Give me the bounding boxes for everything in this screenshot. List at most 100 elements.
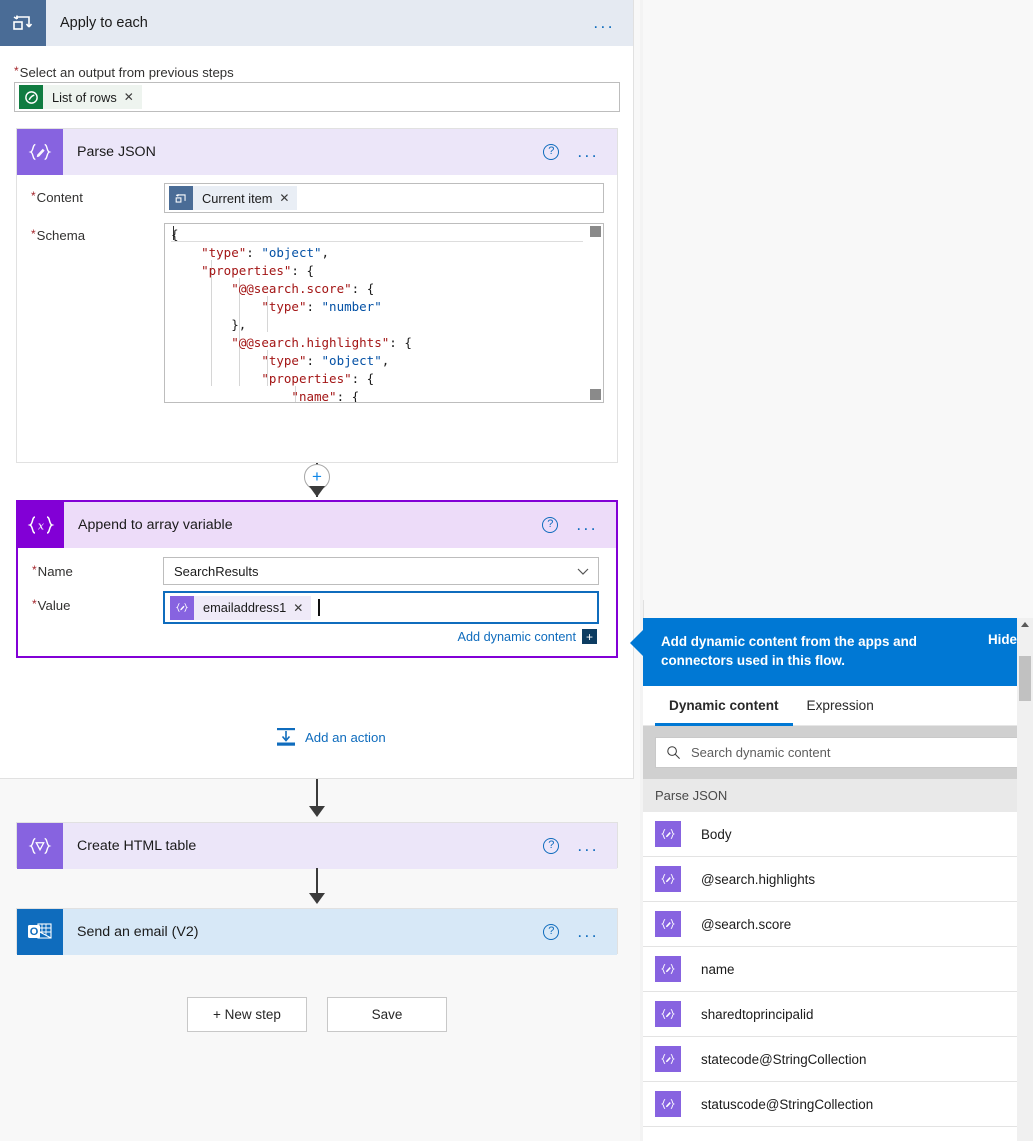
dynamic-content-list: Body @search.highlights @search.score name s… (643, 812, 1033, 1127)
value-label: Value (37, 598, 71, 613)
dynamic-content-item-label: Body (701, 826, 732, 842)
code-token: : { (351, 371, 375, 386)
help-icon[interactable]: ? (543, 838, 560, 854)
schema-label: Schema (36, 228, 86, 243)
apply-to-each-card: Apply to each ... *Select an output from… (0, 0, 634, 779)
append-to-array-variable-card: x Append to array variable ? ... *Name S… (16, 500, 618, 658)
help-icon[interactable]: ? (543, 924, 560, 940)
search-icon (666, 745, 681, 760)
code-line: "properties": { (171, 262, 603, 280)
panel-group-parse-json: Parse JSON (643, 779, 1033, 812)
code-scroll-down-button[interactable] (590, 389, 601, 400)
new-step-button[interactable]: + New step (187, 997, 307, 1032)
token-current-item[interactable]: Current item ✕ (169, 186, 298, 210)
code-token: : { (336, 389, 360, 403)
dynamic-content-item-label: sharedtoprincipalid (701, 1006, 814, 1022)
create-html-table-more-button[interactable]: ... (577, 836, 617, 856)
code-token: { (171, 227, 179, 242)
dynamic-content-item[interactable]: statecode@StringCollection (643, 1037, 1033, 1082)
flow-designer-canvas: Apply to each ... *Select an output from… (0, 0, 640, 1141)
panel-banner: Add dynamic content from the apps and co… (643, 618, 1033, 686)
dynamic-content-item[interactable]: @search.score (643, 902, 1033, 947)
search-dynamic-content-input[interactable]: Search dynamic content (655, 737, 1021, 768)
code-token: "properties" (201, 263, 292, 278)
dynamic-content-item[interactable]: sharedtoprincipalid (643, 992, 1033, 1037)
code-line: "type": "object", (171, 352, 603, 370)
dynamic-content-item[interactable]: name (643, 947, 1033, 992)
search-placeholder: Search dynamic content (691, 745, 831, 760)
code-token: "type" (261, 299, 307, 314)
expression-icon (655, 1001, 681, 1027)
append-title: Append to array variable (78, 517, 233, 533)
variable-name-select[interactable]: SearchResults (163, 557, 599, 585)
dynamic-content-item[interactable]: @search.highlights (643, 857, 1033, 902)
code-token: , (381, 353, 390, 368)
tab-expression[interactable]: Expression (793, 686, 888, 726)
panel-scroll-thumb[interactable] (1019, 656, 1031, 701)
expression-icon (655, 1046, 681, 1072)
parse-json-header[interactable]: Parse JSON ? ... (17, 129, 617, 175)
add-dynamic-content-link[interactable]: Add dynamic content (458, 630, 577, 644)
append-more-button[interactable]: ... (576, 515, 616, 535)
append-header[interactable]: x Append to array variable ? ... (18, 502, 616, 548)
name-label-wrap: *Name (32, 563, 73, 581)
save-button[interactable]: Save (327, 997, 447, 1032)
value-input[interactable]: emailaddress1 ✕ (163, 591, 599, 624)
dynamic-content-item[interactable]: Body (643, 812, 1033, 857)
code-token: "type" (261, 353, 307, 368)
parse-json-more-button[interactable]: ... (577, 142, 617, 162)
panel-hide-button[interactable]: Hide (988, 632, 1017, 670)
token-list-of-rows[interactable]: List of rows ✕ (19, 85, 142, 109)
token-remove-button[interactable]: ✕ (279, 191, 297, 205)
code-token: : (306, 353, 322, 368)
parse-json-card: Parse JSON ? ... *Content Current item ✕… (16, 128, 618, 573)
schema-label-wrap: *Schema (31, 227, 85, 245)
parse-json-title: Parse JSON (77, 144, 156, 160)
add-dynamic-content-badge[interactable]: + (582, 629, 597, 644)
loop-icon (169, 186, 193, 210)
code-token: "name" (291, 389, 337, 403)
expression-icon (170, 595, 194, 620)
svg-text:O: O (30, 926, 39, 938)
panel-banner-text: Add dynamic content from the apps and co… (661, 634, 917, 668)
dynamic-content-item[interactable]: statuscode@StringCollection (643, 1082, 1033, 1127)
text-caret (318, 599, 320, 616)
apply-to-each-more-button[interactable]: ... (593, 13, 633, 33)
apply-to-each-header[interactable]: Apply to each ... (0, 0, 633, 46)
help-icon[interactable]: ? (543, 144, 560, 160)
panel-search-area: Search dynamic content (643, 726, 1033, 779)
token-remove-button[interactable]: ✕ (124, 90, 142, 104)
create-html-table-card[interactable]: Create HTML table ? ... (16, 822, 618, 869)
code-scroll-up-button[interactable] (590, 226, 601, 237)
token-remove-button[interactable]: ✕ (293, 601, 311, 615)
select-output-input[interactable]: List of rows ✕ (14, 82, 620, 112)
token-emailaddress1[interactable]: emailaddress1 ✕ (170, 595, 312, 620)
token-label: Current item (202, 190, 273, 206)
schema-code-editor[interactable]: { "type": "object", "properties": { "@@s… (164, 223, 604, 403)
dynamic-content-item-label: @search.highlights (701, 871, 816, 887)
send-an-email-card[interactable]: O Send an email (V2) ? ... (16, 908, 618, 955)
send-an-email-header[interactable]: O Send an email (V2) ? ... (17, 909, 617, 955)
svg-text:x: x (38, 520, 45, 533)
help-icon[interactable]: ? (542, 517, 559, 533)
tab-dynamic-content[interactable]: Dynamic content (655, 686, 793, 726)
scroll-up-icon[interactable] (1021, 622, 1029, 627)
apply-to-each-title: Apply to each (60, 15, 148, 31)
panel-scrollbar[interactable] (1017, 618, 1033, 1141)
expression-icon (655, 911, 681, 937)
add-an-action-button[interactable]: Add an action (275, 726, 386, 748)
send-an-email-title: Send an email (V2) (77, 924, 199, 940)
content-input[interactable]: Current item ✕ (164, 183, 604, 213)
create-html-table-header[interactable]: Create HTML table ? ... (17, 823, 617, 869)
add-dynamic-content-row[interactable]: Add dynamic content + (458, 629, 597, 644)
code-token: "@@search.score" (231, 281, 352, 296)
dynamic-content-panel: Add dynamic content from the apps and co… (630, 618, 1033, 1141)
send-an-email-more-button[interactable]: ... (577, 922, 617, 942)
chevron-down-icon[interactable] (577, 564, 589, 579)
code-token: , (321, 245, 330, 260)
code-line: { (171, 226, 603, 244)
variable-icon: x (18, 502, 64, 548)
create-html-table-title: Create HTML table (77, 838, 197, 854)
